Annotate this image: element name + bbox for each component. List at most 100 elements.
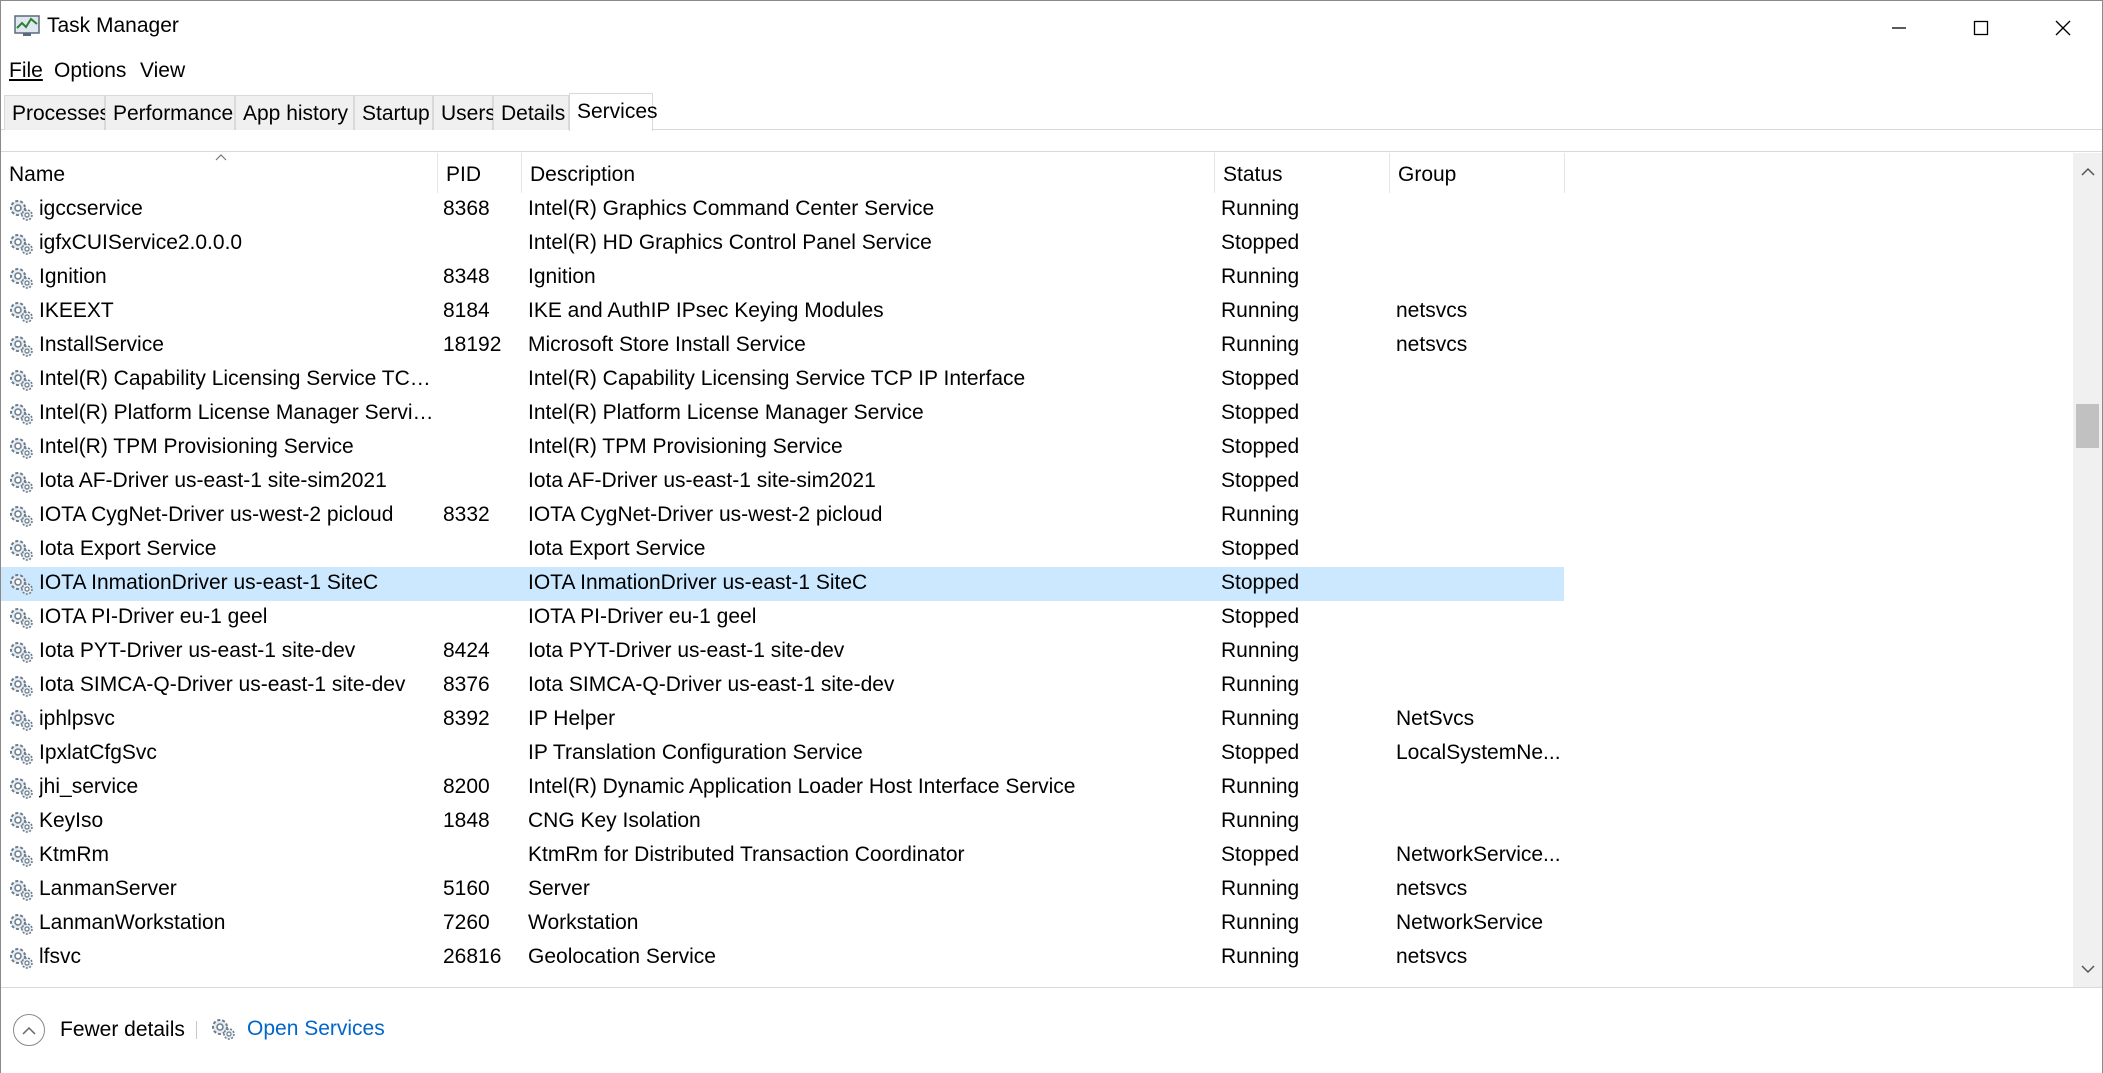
service-row[interactable]: Iota SIMCA-Q-Driver us-east-1 site-dev 83… bbox=[1, 669, 1564, 703]
minimize-icon bbox=[1892, 27, 1906, 29]
service-status: Stopped bbox=[1221, 537, 1300, 560]
service-gear-icon bbox=[7, 299, 35, 325]
column-header-group[interactable]: Group bbox=[1390, 153, 1565, 193]
tab-processes[interactable]: Processes bbox=[4, 95, 110, 130]
service-row[interactable]: LanmanServer 5160 Server Running netsvcs bbox=[1, 873, 1564, 907]
column-header-name[interactable]: Name bbox=[1, 153, 438, 193]
maximize-button[interactable] bbox=[1940, 1, 2022, 55]
tab-startup[interactable]: Startup bbox=[354, 95, 433, 130]
tab-services[interactable]: Services bbox=[569, 93, 658, 131]
service-row[interactable]: IOTA InmationDriver us-east-1 SiteC IOTA … bbox=[1, 567, 1564, 601]
service-pid: 8200 bbox=[443, 775, 490, 798]
title-bar[interactable]: Task Manager bbox=[1, 1, 2102, 55]
service-row[interactable]: LanmanWorkstation 7260 Workstation Running N… bbox=[1, 907, 1564, 941]
service-row[interactable]: Iota Export Service Iota Export Service St… bbox=[1, 533, 1564, 567]
service-row[interactable]: Intel(R) Capability Licensing Service TC… bbox=[1, 363, 1564, 397]
service-gear-icon bbox=[7, 333, 35, 359]
menu-options[interactable]: Options bbox=[54, 59, 126, 83]
service-row[interactable]: KeyIso 1848 CNG Key Isolation Running bbox=[1, 805, 1564, 839]
service-status: Running bbox=[1221, 265, 1300, 288]
service-group: NetworkService bbox=[1396, 911, 1544, 934]
service-pid: 8332 bbox=[443, 503, 490, 526]
service-description: IOTA PI-Driver eu-1 geel bbox=[528, 605, 757, 628]
close-icon bbox=[2055, 20, 2071, 36]
service-gear-icon bbox=[7, 741, 35, 767]
service-gear-icon bbox=[7, 367, 35, 393]
menu-file[interactable]: File bbox=[9, 59, 43, 83]
column-header-description[interactable]: Description bbox=[522, 153, 1215, 193]
service-row[interactable]: Iota AF-Driver us-east-1 site-sim2021 Iot… bbox=[1, 465, 1564, 499]
service-row[interactable]: lfsvc 26816 Geolocation Service Running nets… bbox=[1, 941, 1564, 975]
vertical-scrollbar[interactable] bbox=[2073, 153, 2102, 987]
service-pid: 8424 bbox=[443, 639, 490, 662]
window-title: Task Manager bbox=[47, 14, 179, 37]
tab-app-history[interactable]: App history bbox=[235, 95, 354, 130]
service-description: KtmRm for Distributed Transaction Coordi… bbox=[528, 843, 965, 866]
service-pid: 8348 bbox=[443, 265, 490, 288]
service-row[interactable]: iphlpsvc 8392 IP Helper Running NetSvcs bbox=[1, 703, 1564, 737]
service-gear-icon bbox=[7, 537, 35, 563]
menu-view[interactable]: View bbox=[140, 59, 185, 83]
service-name: LanmanWorkstation bbox=[39, 911, 226, 934]
service-name: IOTA InmationDriver us-east-1 SiteC bbox=[39, 571, 379, 594]
service-group: netsvcs bbox=[1396, 945, 1468, 968]
service-description: Server bbox=[528, 877, 590, 900]
service-row[interactable]: Ignition 8348 Ignition Running bbox=[1, 261, 1564, 295]
open-services-link[interactable]: Open Services bbox=[209, 1010, 385, 1048]
service-description: Intel(R) Platform License Manager Servic… bbox=[528, 401, 924, 424]
column-header-description-label: Description bbox=[530, 163, 636, 186]
tab-bar: Processes Performance App history Startu… bbox=[1, 93, 2102, 131]
service-row[interactable]: IpxlatCfgSvc IP Translation Configuration… bbox=[1, 737, 1564, 771]
service-name: IKEEXT bbox=[39, 299, 114, 322]
column-header-status-label: Status bbox=[1223, 163, 1283, 186]
fewer-details-button[interactable]: Fewer details bbox=[13, 1012, 185, 1048]
service-row[interactable]: jhi_service 8200 Intel(R) Dynamic Applicat… bbox=[1, 771, 1564, 805]
column-header-pid[interactable]: PID bbox=[438, 153, 522, 193]
service-status: Running bbox=[1221, 911, 1300, 934]
service-row[interactable]: IKEEXT 8184 IKE and AuthIP IPsec Keying Mo… bbox=[1, 295, 1564, 329]
service-row[interactable]: KtmRm KtmRm for Distributed Transaction C… bbox=[1, 839, 1564, 873]
service-row[interactable]: Intel(R) Platform License Manager Servic… bbox=[1, 397, 1564, 431]
tab-details[interactable]: Details bbox=[493, 95, 569, 130]
service-name: igfxCUIService2.0.0.0 bbox=[39, 231, 243, 254]
service-name: Iota SIMCA-Q-Driver us-east-1 site-dev bbox=[39, 673, 406, 696]
scroll-down-button[interactable] bbox=[2073, 955, 2102, 983]
service-row[interactable]: IOTA CygNet-Driver us-west-2 picloud 8332… bbox=[1, 499, 1564, 533]
tab-users[interactable]: Users bbox=[433, 95, 496, 130]
tab-performance[interactable]: Performance bbox=[105, 95, 235, 130]
service-name: IpxlatCfgSvc bbox=[39, 741, 157, 764]
service-description: CNG Key Isolation bbox=[528, 809, 701, 832]
service-status: Stopped bbox=[1221, 741, 1300, 764]
service-description: IOTA CygNet-Driver us-west-2 picloud bbox=[528, 503, 883, 526]
service-gear-icon bbox=[7, 265, 35, 291]
service-gear-icon bbox=[7, 469, 35, 495]
service-gear-icon bbox=[7, 877, 35, 903]
service-group: NetworkService... bbox=[1396, 843, 1561, 866]
service-row[interactable]: igfxCUIService2.0.0.0 Intel(R) HD Graphic… bbox=[1, 227, 1564, 261]
service-row[interactable]: IOTA PI-Driver eu-1 geel IOTA PI-Driver e… bbox=[1, 601, 1564, 635]
scroll-thumb[interactable] bbox=[2076, 404, 2099, 449]
service-description: Iota PYT-Driver us-east-1 site-dev bbox=[528, 639, 845, 662]
service-status: Running bbox=[1221, 809, 1300, 832]
service-row[interactable]: Intel(R) TPM Provisioning Service Intel(R… bbox=[1, 431, 1564, 465]
task-manager-window: Task Manager File Options View Processes… bbox=[0, 0, 2103, 1073]
service-name: Iota Export Service bbox=[39, 537, 217, 560]
service-row[interactable]: Iota PYT-Driver us-east-1 site-dev 8424 Io… bbox=[1, 635, 1564, 669]
close-button[interactable] bbox=[2022, 1, 2103, 55]
service-gear-icon bbox=[7, 197, 35, 223]
service-name: Intel(R) TPM Provisioning Service bbox=[39, 435, 354, 458]
service-row[interactable]: InstallService 18192 Microsoft Store Insta… bbox=[1, 329, 1564, 363]
service-status: Stopped bbox=[1221, 401, 1300, 424]
service-name: IOTA CygNet-Driver us-west-2 picloud bbox=[39, 503, 394, 526]
minimize-button[interactable] bbox=[1858, 1, 1940, 55]
service-row[interactable]: igccservice 8368 Intel(R) Graphics Command… bbox=[1, 193, 1564, 227]
column-header-status[interactable]: Status bbox=[1215, 153, 1390, 193]
service-gear-icon bbox=[7, 809, 35, 835]
service-group: netsvcs bbox=[1396, 877, 1468, 900]
service-gear-icon bbox=[7, 401, 35, 427]
scroll-up-button[interactable] bbox=[2073, 157, 2102, 185]
menu-bar: File Options View bbox=[1, 55, 2102, 87]
service-gear-icon bbox=[7, 231, 35, 257]
service-pid: 5160 bbox=[443, 877, 490, 900]
service-description: Iota SIMCA-Q-Driver us-east-1 site-dev bbox=[528, 673, 895, 696]
